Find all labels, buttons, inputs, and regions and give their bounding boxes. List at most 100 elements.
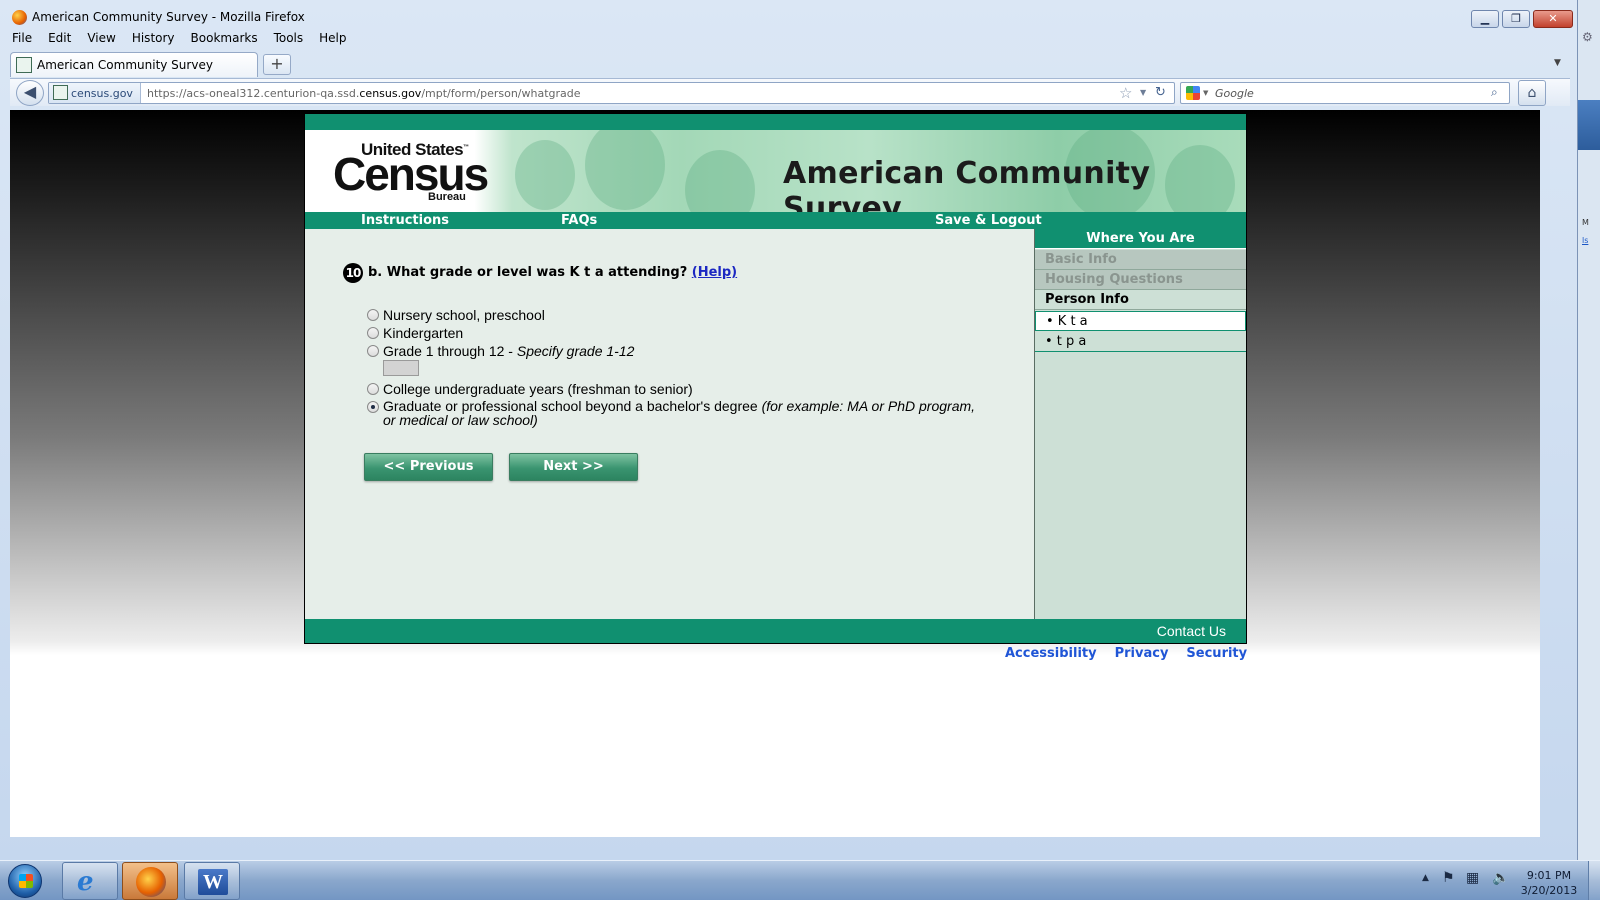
option-label[interactable]: Nursery school, preschool (383, 307, 545, 323)
site-nav: Instructions FAQs Save & Logout (305, 212, 1246, 229)
census-bureau-logo[interactable]: United States™ Census Bureau (333, 140, 489, 203)
menu-edit[interactable]: Edit (46, 31, 73, 49)
site-domain: census.gov (71, 87, 133, 100)
page-viewport: United States™ Census Bureau American Co… (10, 110, 1540, 837)
taskbar: e W ▲ ⚑ ▦ 🔈 9:01 PM 3/20/2013 (0, 860, 1600, 900)
banner-photo-shape (515, 140, 575, 210)
url-bar[interactable]: census.gov https://acs-oneal312.centurio… (48, 82, 1175, 104)
url-history-dropdown-icon[interactable]: ▼ (1140, 88, 1146, 97)
privacy-link[interactable]: Privacy (1115, 646, 1169, 661)
logo-census: Census (333, 148, 489, 200)
previous-button[interactable]: << Previous (364, 453, 493, 481)
option-label[interactable]: College undergraduate years (freshman to… (383, 381, 693, 397)
tab-american-community-survey[interactable]: American Community Survey (10, 52, 258, 77)
radio-kindergarten[interactable] (367, 327, 379, 339)
taskbar-internet-explorer[interactable]: e (62, 862, 118, 900)
sidebar-item-basic-info: Basic Info (1035, 250, 1246, 270)
sidebar-item-person-kta[interactable]: • K t a (1035, 311, 1246, 331)
gear-icon: ⚙ (1582, 30, 1593, 44)
url-text[interactable]: https://acs-oneal312.centurion-qa.ssd.ce… (147, 87, 581, 100)
windows-logo-icon (19, 874, 33, 888)
search-bar[interactable]: ▼ Google ⌕ (1180, 82, 1510, 104)
radio-graduate-selected[interactable] (367, 401, 379, 413)
url-path: /mpt/form/person/whatgrade (421, 87, 581, 100)
help-link[interactable]: (Help) (692, 265, 737, 280)
new-tab-button[interactable]: + (263, 54, 291, 75)
nav-save-logout-link[interactable]: Save & Logout (935, 213, 1042, 228)
page-title: American Community Survey (783, 156, 1151, 212)
bookmark-star-icon[interactable]: ☆ (1119, 84, 1132, 102)
header-band (305, 114, 1246, 130)
option-label[interactable]: Kindergarten (383, 325, 463, 341)
background-window-edge: ⚙ M ls (1578, 0, 1600, 860)
option-label[interactable]: Graduate or professional school beyond a… (383, 399, 983, 427)
tab-list-chevron-icon[interactable]: ▼ (1554, 58, 1561, 68)
sidebar-item-person-tpa[interactable]: • t p a (1035, 332, 1246, 352)
banner-photo-shape (585, 130, 665, 210)
sidebar-item-housing-questions: Housing Questions (1035, 270, 1246, 290)
footer-band: Contact Us (305, 619, 1246, 643)
close-window-button[interactable]: ✕ (1533, 10, 1573, 28)
taskbar-firefox[interactable] (122, 862, 178, 900)
menu-tools[interactable]: Tools (272, 31, 306, 49)
nav-faqs-link[interactable]: FAQs (561, 213, 597, 228)
next-button[interactable]: Next >> (509, 453, 638, 481)
menu-help[interactable]: Help (317, 31, 348, 49)
accessibility-link[interactable]: Accessibility (1005, 646, 1097, 661)
sidebar-item-person-info: Person Info (1035, 290, 1246, 310)
background-window-text: M (1582, 218, 1589, 227)
question-number-badge: 10 (343, 263, 363, 283)
tab-label: American Community Survey (37, 58, 213, 72)
show-desktop-button[interactable] (1588, 861, 1600, 900)
home-button[interactable]: ⌂ (1518, 80, 1546, 106)
menu-view[interactable]: View (85, 31, 117, 49)
reload-icon[interactable]: ↻ (1155, 85, 1166, 100)
show-hidden-icons-icon[interactable]: ▲ (1422, 873, 1429, 883)
start-button[interactable] (8, 864, 42, 898)
footer-links: Accessibility Privacy Security (1005, 646, 1247, 661)
menu-history[interactable]: History (130, 31, 177, 49)
google-icon[interactable] (1186, 86, 1200, 100)
radio-college[interactable] (367, 383, 379, 395)
navigation-bar: ◀ census.gov https://acs-oneal312.centur… (10, 78, 1570, 106)
search-magnifier-icon[interactable]: ⌕ (1491, 85, 1498, 100)
search-input[interactable]: Google (1215, 87, 1254, 100)
contact-us-link[interactable]: Contact Us (1157, 623, 1226, 639)
network-icon[interactable]: ▦ (1466, 870, 1479, 886)
grade-input[interactable] (383, 360, 419, 376)
firefox-icon (136, 867, 166, 897)
radio-nursery[interactable] (367, 309, 379, 321)
site-identity-button[interactable]: census.gov (49, 83, 141, 103)
logo-bureau: Bureau (428, 191, 466, 203)
clock-date[interactable]: 3/20/2013 (1519, 884, 1579, 897)
url-prefix: https://acs-oneal312.centurion-qa.ssd. (147, 87, 360, 100)
action-center-flag-icon[interactable]: ⚑ (1442, 870, 1455, 886)
question-panel: 10 b. What grade or level was K t a atte… (305, 229, 1034, 619)
minimize-button[interactable]: ▁ (1471, 10, 1499, 28)
tab-strip: American Community Survey + ▼ (10, 52, 1570, 77)
menu-file[interactable]: File (10, 31, 34, 49)
background-window-link: ls (1582, 236, 1589, 245)
clock-time[interactable]: 9:01 PM (1519, 869, 1579, 882)
url-domain: census.gov (359, 87, 422, 100)
volume-icon[interactable]: 🔈 (1492, 870, 1509, 886)
option-label[interactable]: Grade 1 through 12 - Specify grade 1-12 (383, 343, 634, 359)
word-icon: W (198, 869, 228, 895)
firefox-logo-icon (12, 10, 27, 25)
window-title: American Community Survey - Mozilla Fire… (32, 10, 305, 24)
census-survey-frame: United States™ Census Bureau American Co… (304, 113, 1247, 644)
where-you-are-sidebar: Where You Are Basic Info Housing Questio… (1034, 229, 1246, 619)
background-window-panel (1578, 100, 1600, 150)
firefox-window: American Community Survey - Mozilla Fire… (0, 0, 1578, 860)
menu-bookmarks[interactable]: Bookmarks (189, 31, 260, 49)
security-link[interactable]: Security (1186, 646, 1247, 661)
nav-instructions-link[interactable]: Instructions (361, 213, 449, 228)
radio-grade-1-12[interactable] (367, 345, 379, 357)
taskbar-word[interactable]: W (184, 862, 240, 900)
back-button[interactable]: ◀ (16, 80, 44, 106)
search-engine-dropdown-icon[interactable]: ▼ (1203, 89, 1208, 97)
sidebar-header: Where You Are (1035, 229, 1246, 249)
maximize-button[interactable]: ❐ (1502, 10, 1530, 28)
question-label: b. What grade or level was K t a attendi… (368, 265, 688, 280)
title-bar: American Community Survey - Mozilla Fire… (0, 0, 1578, 30)
